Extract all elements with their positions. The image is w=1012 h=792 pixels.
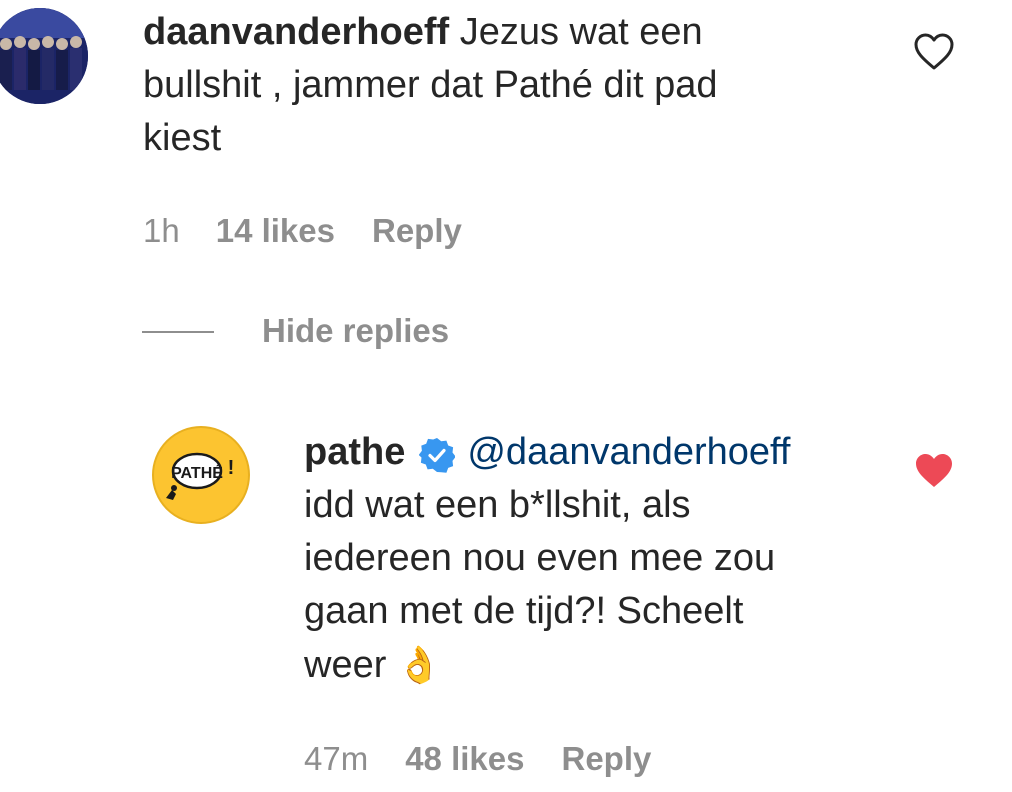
reply-reply-button[interactable]: Reply: [561, 740, 651, 778]
reply-like-button[interactable]: [914, 452, 954, 490]
comment-text-line: bullshit , jammer dat Pathé dit pad: [143, 64, 718, 106]
reply-mention-link[interactable]: @daanvanderhoeff: [467, 426, 790, 479]
group-photo-icon: [0, 8, 88, 104]
comment-text-line: kiest: [143, 117, 222, 159]
pathe-logo-icon: PATHÉ !: [166, 452, 235, 500]
comment-meta: 1h 14 likes Reply: [143, 212, 462, 252]
reply-text-line: weer: [304, 644, 397, 686]
reply-timestamp: 47m: [304, 740, 369, 777]
reply-text-line: idd wat een b*llshit, als: [304, 484, 691, 526]
verified-badge-icon: [419, 435, 457, 473]
reply-body: pathe @daanvanderhoeff idd wat een b*lls…: [304, 426, 904, 692]
ok-hand-emoji: 👌: [396, 644, 442, 685]
svg-text:PATHÉ: PATHÉ: [171, 463, 223, 482]
like-button[interactable]: [914, 33, 954, 71]
hide-replies-button[interactable]: Hide replies: [262, 312, 449, 350]
pathe-avatar[interactable]: PATHÉ !: [152, 426, 250, 524]
reply-meta: 47m 48 likes Reply: [304, 740, 651, 780]
comment-username[interactable]: daanvanderhoeff: [143, 11, 449, 53]
comment-reply-button[interactable]: Reply: [372, 212, 462, 250]
reply-text-line: gaan met de tijd?! Scheelt: [304, 590, 744, 632]
comment-text-line: Jezus wat een: [449, 11, 703, 53]
comment-likes-count[interactable]: 14 likes: [216, 212, 335, 250]
reply-likes-count[interactable]: 48 likes: [405, 740, 524, 778]
comment-timestamp: 1h: [143, 212, 180, 249]
heart-outline-icon: [914, 33, 954, 70]
reply-username[interactable]: pathe: [304, 426, 405, 479]
hide-replies-divider: [142, 331, 214, 333]
svg-text:!: !: [228, 457, 235, 479]
comment-body: daanvanderhoeff Jezus wat een bullshit ,…: [143, 6, 863, 165]
commenter-avatar[interactable]: [0, 8, 88, 104]
reply-text-line: iedereen nou even mee zou: [304, 537, 776, 579]
heart-filled-icon: [916, 454, 952, 487]
